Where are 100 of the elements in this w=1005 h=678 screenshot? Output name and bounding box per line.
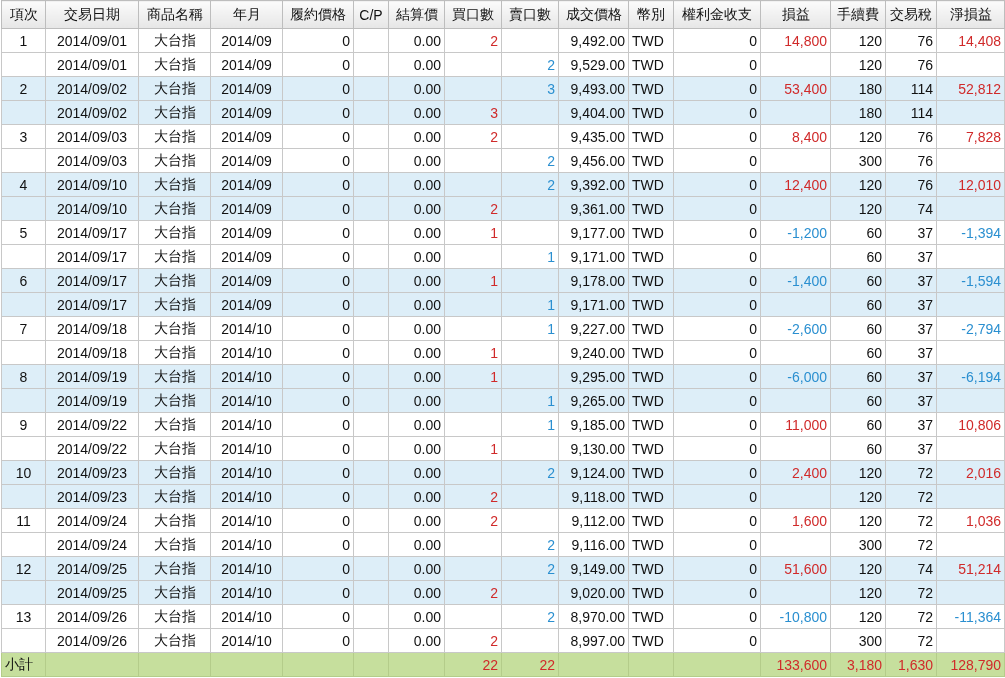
table-cell: 0 [282,340,354,365]
table-cell: 2014/09/01 [45,52,139,77]
table-row[interactable]: 3 2014/09/03 大台指 2014/09 0 0.00 2 9,435.00 TWD 0 8,400 120 76 7,828 [1,124,1005,149]
table-row[interactable]: 9 2014/09/22 大台指 2014/10 0 0.00 1 9,185.00 TWD 0 11,000 60 37 10,806 [1,412,1005,437]
table-row[interactable]: 2014/09/25 大台指 2014/10 0 0.00 2 9,020.00 TWD 0 120 72 [1,580,1005,605]
table-row[interactable]: 2 2014/09/02 大台指 2014/09 0 0.00 3 9,493.00 TWD 0 53,400 180 114 52,812 [1,76,1005,101]
table-row[interactable]: 12 2014/09/25 大台指 2014/10 0 0.00 2 9,149.00 TWD 0 51,600 120 74 51,214 [1,556,1005,581]
table-cell: 大台指 [138,220,211,245]
column-header[interactable]: 交易日期 [45,0,139,29]
table-cell: 13 [1,604,46,629]
table-cell: 120 [830,52,886,77]
table-cell: 0 [282,28,354,53]
table-cell: 8 [1,364,46,389]
table-cell: 2014/09/24 [45,508,139,533]
column-header[interactable]: 項次 [1,0,46,29]
table-cell: 60 [830,436,886,461]
column-header[interactable]: 手續費 [830,0,886,29]
table-row[interactable]: 2014/09/01 大台指 2014/09 0 0.00 2 9,529.00 TWD 0 120 76 [1,52,1005,77]
table-cell: 0.00 [388,220,445,245]
table-cell: 72 [885,628,937,653]
table-row[interactable]: 2014/09/23 大台指 2014/10 0 0.00 2 9,118.00 TWD 0 120 72 [1,484,1005,509]
column-header[interactable]: 成交價格 [558,0,629,29]
table-row[interactable]: 2014/09/17 大台指 2014/09 0 0.00 1 9,171.00 TWD 0 60 37 [1,292,1005,317]
table-row[interactable]: 2014/09/10 大台指 2014/09 0 0.00 2 9,361.00 TWD 0 120 74 [1,196,1005,221]
table-cell: 9,435.00 [558,124,629,149]
table-cell: 2014/09/25 [45,556,139,581]
table-cell: 大台指 [138,532,211,557]
table-row[interactable]: 1 2014/09/01 大台指 2014/09 0 0.00 2 9,492.00 TWD 0 14,800 120 76 14,408 [1,28,1005,53]
table-cell: TWD [628,604,674,629]
column-header[interactable]: 結算價 [388,0,445,29]
table-cell: 0.00 [388,604,445,629]
table-cell: TWD [628,628,674,653]
table-cell: 0 [673,316,761,341]
table-row[interactable]: 10 2014/09/23 大台指 2014/10 0 0.00 2 9,124.00 TWD 0 2,400 120 72 2,016 [1,460,1005,485]
table-row[interactable]: 6 2014/09/17 大台指 2014/09 0 0.00 1 9,178.00 TWD 0 -1,400 60 37 -1,594 [1,268,1005,293]
table-cell: 7 [1,316,46,341]
subtotal-cell: 小計 [1,652,46,677]
table-cell: TWD [628,148,674,173]
table-cell: TWD [628,508,674,533]
table-row[interactable]: 2014/09/18 大台指 2014/10 0 0.00 1 9,240.00 TWD 0 60 37 [1,340,1005,365]
table-row[interactable]: 2014/09/26 大台指 2014/10 0 0.00 2 8,997.00 TWD 0 300 72 [1,628,1005,653]
table-cell: 14,800 [760,28,831,53]
table-cell: 2014/10 [210,412,283,437]
table-cell: 0 [282,52,354,77]
table-cell: 2014/10 [210,532,283,557]
table-cell: 大台指 [138,52,211,77]
column-header[interactable]: 商品名稱 [138,0,211,29]
table-row[interactable]: 2014/09/02 大台指 2014/09 0 0.00 3 9,404.00 TWD 0 180 114 [1,100,1005,125]
table-cell: TWD [628,316,674,341]
table-cell: 72 [885,604,937,629]
column-header[interactable]: 幣別 [628,0,674,29]
table-row[interactable]: 5 2014/09/17 大台指 2014/09 0 0.00 1 9,177.00 TWD 0 -1,200 60 37 -1,394 [1,220,1005,245]
column-header[interactable]: 淨損益 [936,0,1005,29]
table-row[interactable]: 8 2014/09/19 大台指 2014/10 0 0.00 1 9,295.00 TWD 0 -6,000 60 37 -6,194 [1,364,1005,389]
table-cell: 120 [830,28,886,53]
table-cell: 300 [830,628,886,653]
table-row[interactable]: 7 2014/09/18 大台指 2014/10 0 0.00 1 9,227.00 TWD 0 -2,600 60 37 -2,794 [1,316,1005,341]
table-cell: TWD [628,124,674,149]
table-cell: 0.00 [388,316,445,341]
table-cell: 2014/09/17 [45,268,139,293]
column-header[interactable]: 履約價格 [282,0,354,29]
table-cell: 2014/09/23 [45,460,139,485]
table-cell: 1 [444,340,502,365]
table-row[interactable]: 2014/09/03 大台指 2014/09 0 0.00 2 9,456.00 TWD 0 300 76 [1,148,1005,173]
table-cell: 1 [501,244,559,269]
table-cell: 0 [282,316,354,341]
table-row[interactable]: 11 2014/09/24 大台指 2014/10 0 0.00 2 9,112.00 TWD 0 1,600 120 72 1,036 [1,508,1005,533]
table-row[interactable]: 4 2014/09/10 大台指 2014/09 0 0.00 2 9,392.00 TWD 0 12,400 120 76 12,010 [1,172,1005,197]
table-cell: 0.00 [388,532,445,557]
column-header[interactable]: 買口數 [444,0,502,29]
table-row[interactable]: 13 2014/09/26 大台指 2014/10 0 0.00 2 8,970.00 TWD 0 -10,800 120 72 -11,364 [1,604,1005,629]
column-header[interactable]: 權利金收支 [673,0,761,29]
table-cell: 9,112.00 [558,508,629,533]
table-cell: 72 [885,532,937,557]
table-cell: 2014/09/17 [45,292,139,317]
table-cell: 120 [830,508,886,533]
column-header[interactable]: 賣口數 [501,0,559,29]
table-cell: 大台指 [138,124,211,149]
table-cell: 大台指 [138,628,211,653]
table-cell: 2014/09 [210,28,283,53]
table-cell: 0 [282,148,354,173]
column-header[interactable]: 交易稅 [885,0,937,29]
table-row[interactable]: 2014/09/19 大台指 2014/10 0 0.00 1 9,265.00 TWD 0 60 37 [1,388,1005,413]
table-cell: 76 [885,52,937,77]
table-cell: 2 [1,76,46,101]
table-cell: 9,456.00 [558,148,629,173]
table-cell: 2014/09/02 [45,100,139,125]
table-cell: 0 [282,532,354,557]
table-row[interactable]: 2014/09/24 大台指 2014/10 0 0.00 2 9,116.00 TWD 0 300 72 [1,532,1005,557]
column-header[interactable]: C/P [353,0,389,29]
column-header[interactable]: 年月 [210,0,283,29]
table-cell: 大台指 [138,436,211,461]
table-row[interactable]: 2014/09/22 大台指 2014/10 0 0.00 1 9,130.00 TWD 0 60 37 [1,436,1005,461]
column-header[interactable]: 損益 [760,0,831,29]
table-cell: 1,600 [760,508,831,533]
table-cell: -2,600 [760,316,831,341]
table-cell: 0 [673,436,761,461]
table-cell: 0.00 [388,628,445,653]
table-cell: 0 [282,436,354,461]
table-row[interactable]: 2014/09/17 大台指 2014/09 0 0.00 1 9,171.00 TWD 0 60 37 [1,244,1005,269]
